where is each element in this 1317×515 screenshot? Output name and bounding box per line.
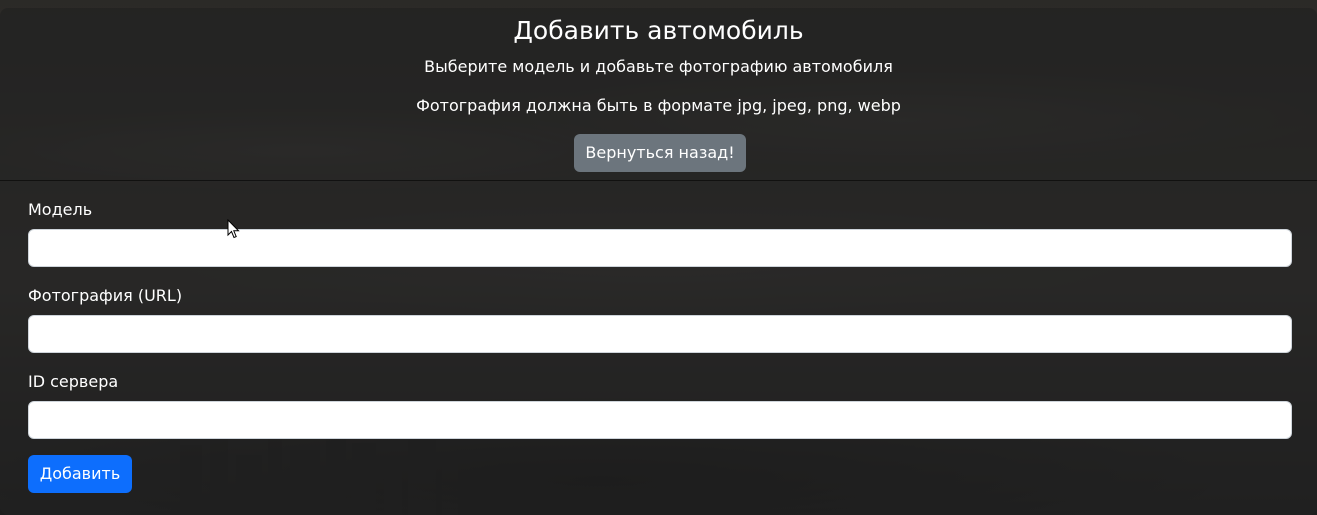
form-header: Добавить автомобиль Выберите модель и до… <box>0 8 1317 181</box>
add-button[interactable]: Добавить <box>28 455 132 493</box>
page-subtitle: Выберите модель и добавьте фотографию ав… <box>424 57 893 76</box>
photo-url-input[interactable] <box>28 315 1292 353</box>
model-input[interactable] <box>28 229 1292 267</box>
back-button[interactable]: Вернуться назад! <box>574 134 746 172</box>
format-hint: Фотография должна быть в формате jpg, jp… <box>416 96 901 115</box>
page-title: Добавить автомобиль <box>513 16 804 45</box>
arrow-cursor-icon <box>227 219 240 239</box>
photo-url-label: Фотография (URL) <box>28 286 183 305</box>
server-id-label: ID сервера <box>28 372 119 391</box>
model-label: Модель <box>28 200 93 219</box>
server-id-input[interactable] <box>28 401 1292 439</box>
